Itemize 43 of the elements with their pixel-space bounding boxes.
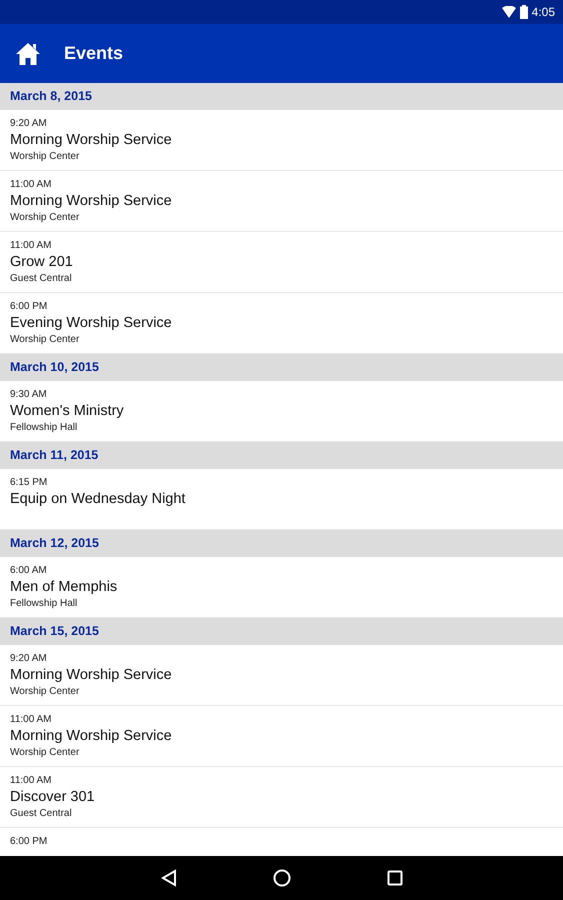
event-time: 6:00 AM (10, 564, 47, 577)
event-location: Fellowship Hall (10, 421, 78, 434)
clock: 4:05 (532, 4, 555, 21)
event-title: Grow 201 (10, 253, 73, 272)
back-icon[interactable] (160, 869, 176, 887)
event-time: 11:00 AM (10, 774, 52, 787)
date-header: March 11, 2015 (10, 447, 98, 464)
event-title: Women's Ministry (10, 402, 124, 421)
event-time: 6:15 PM (10, 476, 48, 489)
event-time: 6:00 PM (10, 835, 48, 848)
event-time: 11:00 AM (10, 713, 52, 726)
event-title: Morning Worship Service (10, 727, 172, 746)
date-header: March 10, 2015 (10, 359, 99, 376)
event-location: Worship Center (10, 211, 80, 224)
event-time: 9:20 AM (10, 117, 47, 130)
event-title: Evening Worship Service (10, 314, 172, 333)
event-location: Worship Center (10, 746, 80, 759)
date-header: March 8, 2015 (10, 88, 92, 106)
date-header: March 15, 2015 (10, 623, 99, 640)
event-location: Guest Central (10, 807, 72, 820)
event-title: Discover 301 (10, 788, 95, 807)
home-circle-icon[interactable] (272, 869, 290, 887)
event-title: Morning Worship Service (10, 666, 172, 685)
event-location: Worship Center (10, 333, 80, 346)
recents-icon[interactable] (386, 870, 402, 886)
wifi-icon (502, 6, 516, 18)
event-location: Guest Central (10, 272, 72, 285)
event-time: 9:30 AM (10, 388, 47, 401)
event-title: Morning Worship Service (10, 192, 172, 211)
event-time: 11:00 AM (10, 178, 52, 191)
home-icon[interactable] (16, 42, 40, 65)
event-time: 6:00 PM (10, 300, 48, 313)
screen-title: Events (64, 42, 124, 65)
event-title: Men of Memphis (10, 578, 118, 597)
event-title: Morning Worship Service (10, 131, 172, 150)
event-time: 9:20 AM (10, 652, 47, 665)
event-location: Worship Center (10, 150, 80, 163)
event-location: Fellowship Hall (10, 597, 78, 610)
battery-icon (520, 5, 528, 19)
event-location: Worship Center (10, 685, 80, 698)
event-title: Equip on Wednesday Night (10, 490, 186, 509)
event-time: 11:00 AM (10, 239, 52, 252)
date-header: March 12, 2015 (10, 535, 99, 552)
